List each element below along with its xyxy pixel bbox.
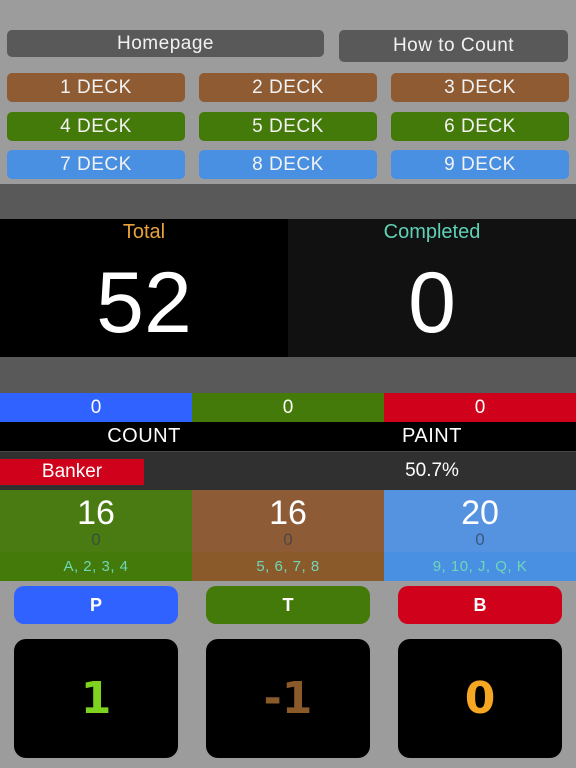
tie-button[interactable]: T (206, 586, 370, 624)
card-group-mid: 16 0 5, 6, 7, 8 (192, 490, 384, 581)
player-score: 1 (14, 639, 178, 758)
total-panel: Total 52 (0, 219, 288, 357)
deck-5-button[interactable]: 5 DECK (199, 112, 377, 141)
deck-label: 5 DECK (252, 115, 324, 137)
banker-button-label: B (473, 594, 487, 615)
deck-label: 4 DECK (60, 115, 132, 137)
deck-label: 1 DECK (60, 76, 132, 98)
deck-3-button[interactable]: 3 DECK (391, 73, 569, 102)
deck-7-button[interactable]: 7 DECK (7, 150, 185, 179)
banker-score: 0 (398, 639, 562, 758)
count-label: COUNT (107, 425, 181, 447)
group-remaining: 16 (269, 494, 307, 532)
player-button[interactable]: P (14, 586, 178, 624)
homepage-button[interactable]: Homepage (7, 30, 324, 57)
count-paint-row: COUNT PAINT (0, 422, 576, 451)
tie-button-label: T (282, 594, 294, 615)
how-to-count-label: How to Count (392, 35, 515, 56)
deck-8-button[interactable]: 8 DECK (199, 150, 377, 179)
banker-score-value: 0 (464, 673, 496, 724)
completed-value: 0 (408, 255, 456, 351)
player-button-label: P (89, 594, 102, 615)
total-value: 52 (96, 255, 192, 351)
tie-score: -1 (206, 639, 370, 758)
prediction-percentage: 50.7% (405, 460, 459, 481)
deck-label: 2 DECK (252, 76, 324, 98)
card-group-low: 16 0 A, 2, 3, 4 (0, 490, 192, 581)
deck-label: 8 DECK (252, 153, 324, 175)
deck-label: 9 DECK (444, 153, 516, 175)
tie-score-value: -1 (263, 673, 313, 724)
deck-9-button[interactable]: 9 DECK (391, 150, 569, 179)
banker-button[interactable]: B (398, 586, 562, 624)
total-label: Total (122, 221, 166, 243)
completed-panel: Completed 0 (288, 219, 576, 357)
player-tally: 0 (0, 393, 192, 422)
group-cards: 9, 10, J, Q, K (384, 552, 576, 581)
divider-band (0, 184, 576, 219)
prediction-badge: Banker (0, 459, 144, 485)
deck-4-button[interactable]: 4 DECK (7, 112, 185, 141)
group-used: 0 (91, 530, 101, 549)
player-score-value: 1 (80, 673, 112, 724)
deck-label: 6 DECK (444, 115, 516, 137)
completed-label: Completed (383, 221, 481, 243)
prediction-side: Banker (41, 461, 103, 482)
deck-1-button[interactable]: 1 DECK (7, 73, 185, 102)
deck-label: 3 DECK (444, 76, 516, 98)
banker-tally-value: 0 (474, 396, 486, 418)
banker-tally: 0 (384, 393, 576, 422)
tie-tally-value: 0 (282, 396, 294, 418)
how-to-count-button[interactable]: How to Count (339, 30, 568, 62)
deck-label: 7 DECK (60, 153, 132, 175)
homepage-label: Homepage (117, 32, 214, 54)
deck-6-button[interactable]: 6 DECK (391, 112, 569, 141)
tie-tally: 0 (192, 393, 384, 422)
deck-2-button[interactable]: 2 DECK (199, 73, 377, 102)
card-group-high: 20 0 9, 10, J, Q, K (384, 490, 576, 581)
divider-band (0, 357, 576, 393)
group-remaining: 16 (77, 494, 115, 532)
paint-label: PAINT (402, 425, 462, 447)
player-tally-value: 0 (90, 396, 102, 418)
group-used: 0 (475, 530, 485, 549)
prediction-row: Banker 50.7% (0, 451, 576, 490)
group-remaining: 20 (461, 494, 499, 532)
group-cards: 5, 6, 7, 8 (192, 552, 384, 581)
group-cards: A, 2, 3, 4 (0, 552, 192, 581)
group-used: 0 (283, 530, 293, 549)
